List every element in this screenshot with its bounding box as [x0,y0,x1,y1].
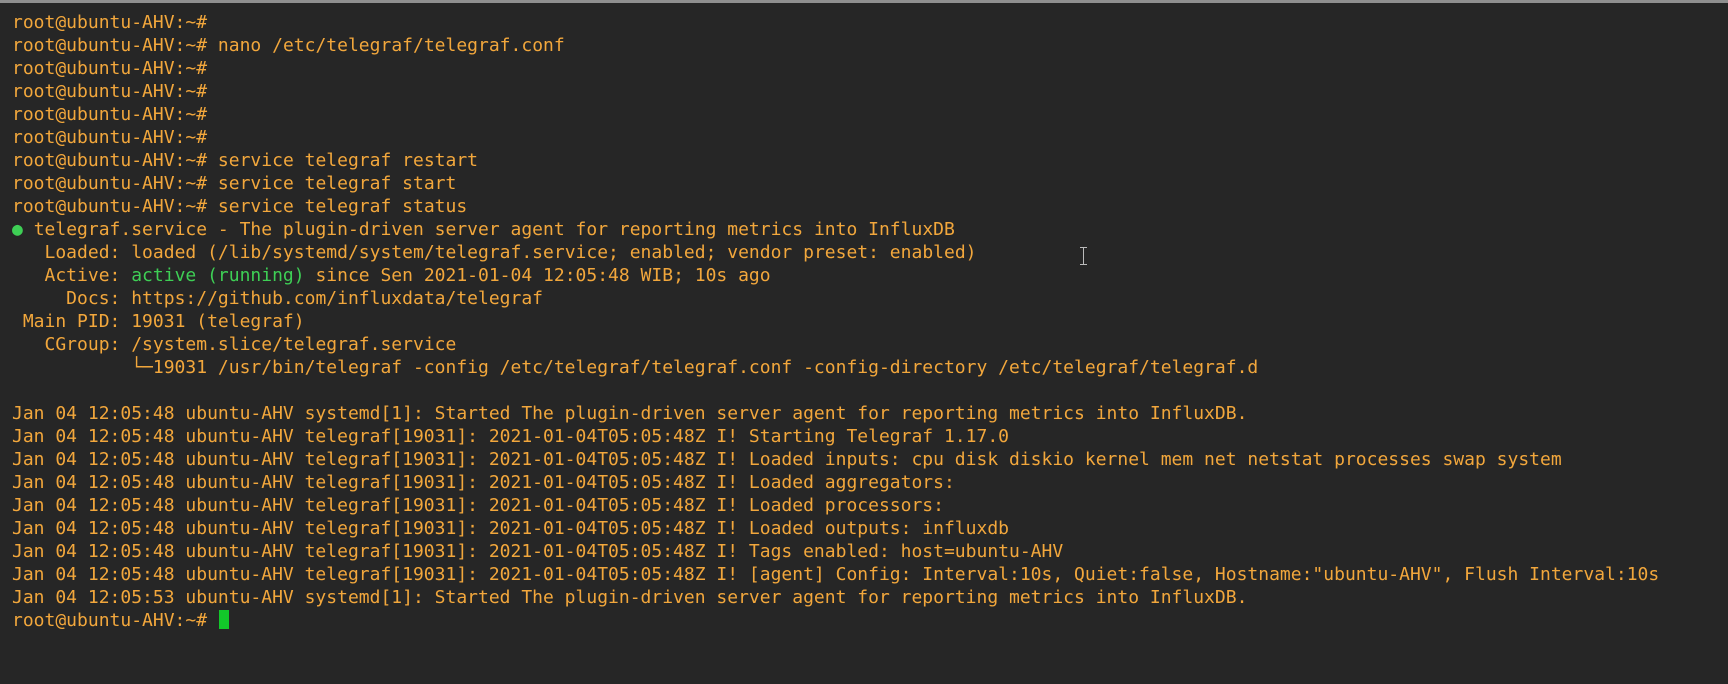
log-line: Jan 04 12:05:48 ubuntu-AHV systemd[1]: S… [12,403,1248,424]
shell-command: nano /etc/telegraf/telegraf.conf [217,35,565,56]
terminal-line: root@ubuntu-AHV:~# [12,103,1728,126]
status-docs-line: Docs: https://github.com/influxdata/tele… [12,287,1728,310]
terminal-line: root@ubuntu-AHV:~# [12,80,1728,103]
terminal-window[interactable]: root@ubuntu-AHV:~# root@ubuntu-AHV:~# na… [0,3,1728,684]
shell-prompt: root@ubuntu-AHV:~# [12,58,208,79]
log-line: Jan 04 12:05:48 ubuntu-AHV telegraf[1903… [12,518,1009,539]
status-active-line: Active: active (running) since Sen 2021-… [12,264,1728,287]
shell-prompt: root@ubuntu-AHV:~# [12,150,208,171]
shell-prompt: root@ubuntu-AHV:~# [12,173,208,194]
status-cgroup-line: CGroup: /system.slice/telegraf.service [12,333,1728,356]
shell-prompt: root@ubuntu-AHV:~# [12,127,208,148]
status-active-state: active (running) [131,265,305,286]
status-cgroup-label: CGroup: [12,334,132,355]
status-cgroup-value: /system.slice/telegraf.service [131,334,457,355]
shell-prompt: root@ubuntu-AHV:~# [12,196,208,217]
log-line: Jan 04 12:05:48 ubuntu-AHV telegraf[1903… [12,472,955,493]
active-prompt-line[interactable]: root@ubuntu-AHV:~# [12,609,1728,632]
log-line: Jan 04 12:05:48 ubuntu-AHV telegraf[1903… [12,426,1009,447]
status-docs-label: Docs: [12,288,132,309]
status-bullet-icon: ● [12,219,23,240]
i-beam-cursor-icon [1080,247,1088,265]
terminal-line: root@ubuntu-AHV:~# service telegraf rest… [12,149,1728,172]
status-docs-link[interactable]: https://github.com/influxdata/telegraf [131,288,543,309]
shell-prompt: root@ubuntu-AHV:~# [12,104,208,125]
status-service-text: telegraf.service - The plugin-driven ser… [33,219,955,240]
shell-command: service telegraf status [217,196,468,217]
status-loaded-value: loaded (/lib/systemd/system/telegraf.ser… [131,242,977,263]
status-active-label: Active: [12,265,132,286]
log-line: Jan 04 12:05:48 ubuntu-AHV telegraf[1903… [12,541,1064,562]
log-line: Jan 04 12:05:48 ubuntu-AHV telegraf[1903… [12,449,1562,470]
shell-prompt: root@ubuntu-AHV:~# [12,35,208,56]
log-line: Jan 04 12:05:48 ubuntu-AHV telegraf[1903… [12,564,1660,585]
log-line: Jan 04 12:05:53 ubuntu-AHV systemd[1]: S… [12,587,1248,608]
shell-prompt: root@ubuntu-AHV:~# [12,81,208,102]
status-service-line: ● telegraf.service - The plugin-driven s… [12,218,1728,241]
status-active-since: since Sen 2021-01-04 12:05:48 WIB; 10s a… [304,265,771,286]
shell-prompt: root@ubuntu-AHV:~# [12,12,208,33]
status-loaded-label: Loaded: [12,242,132,263]
shell-prompt: root@ubuntu-AHV:~# [12,610,208,631]
shell-command: service telegraf start [217,173,457,194]
shell-command: service telegraf restart [217,150,479,171]
block-cursor-icon [218,610,229,629]
status-pid-line: Main PID: 19031 (telegraf) [12,310,1728,333]
terminal-line: root@ubuntu-AHV:~# [12,57,1728,80]
status-loaded-line: Loaded: loaded (/lib/systemd/system/tele… [12,241,1728,264]
status-pid-value: 19031 (telegraf) [131,311,305,332]
terminal-line: root@ubuntu-AHV:~# nano /etc/telegraf/te… [12,34,1728,57]
status-pid-label: Main PID: [12,311,132,332]
terminal-line: root@ubuntu-AHV:~# [12,11,1728,34]
terminal-line: root@ubuntu-AHV:~# service telegraf stat… [12,195,1728,218]
terminal-line: root@ubuntu-AHV:~# service telegraf star… [12,172,1728,195]
log-line: Jan 04 12:05:48 ubuntu-AHV telegraf[1903… [12,495,944,516]
terminal-line: root@ubuntu-AHV:~# [12,126,1728,149]
status-cgroup-process: └─19031 /usr/bin/telegraf -config /etc/t… [12,357,1259,378]
